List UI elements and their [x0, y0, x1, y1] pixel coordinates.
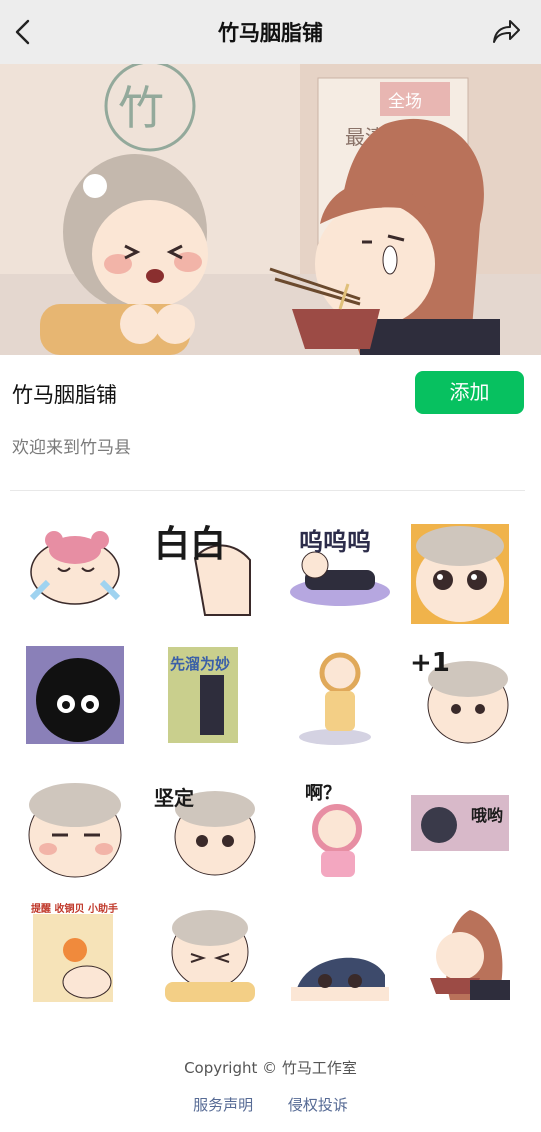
sticker-text-wuwuwu: 呜呜呜	[299, 528, 371, 556]
sticker-item[interactable]: 提醒 收铜贝 小助手	[25, 900, 135, 1010]
noodles-image	[430, 910, 510, 1000]
plus-one-image: +1	[410, 648, 509, 744]
hug-image	[165, 910, 255, 1002]
xian-liu-image: 先溜为妙	[168, 647, 238, 743]
oyo-image: 哦哟	[411, 795, 509, 851]
wuwuwu-image: 呜呜呜	[290, 528, 390, 606]
white-hand-image: 白白	[154, 524, 251, 616]
sticker-item[interactable]	[285, 915, 395, 1025]
sticker-text-xianliu: 先溜为妙	[170, 655, 230, 673]
standing-girl-image	[299, 652, 371, 745]
sticker-text-oyo: 哦哟	[471, 806, 503, 825]
crying-girl-image	[29, 531, 121, 605]
sticker-item[interactable]	[155, 900, 265, 1010]
page-title: 竹马胭脂铺	[218, 21, 323, 45]
sticker-text-baibai: 白白	[154, 524, 226, 565]
top-bar: 竹马胭脂铺	[0, 0, 541, 64]
sticker-item[interactable]	[20, 640, 130, 750]
sticker-item[interactable]: +1	[410, 645, 520, 755]
add-button[interactable]: 添加	[415, 371, 524, 414]
sticker-text-a: 啊？	[305, 783, 341, 804]
sticker-item[interactable]	[20, 775, 130, 885]
sticker-item[interactable]: 先溜为妙	[160, 645, 270, 755]
banner-sign-text: 竹	[118, 81, 164, 135]
sticker-item[interactable]: 哦哟	[405, 785, 515, 895]
peeking-image	[291, 957, 389, 1001]
banner-image: 全场 最清 竹	[0, 64, 541, 355]
sticker-item[interactable]	[295, 645, 405, 755]
service-statement-link[interactable]: 服务声明	[193, 1096, 253, 1114]
a-question-image: 啊？	[305, 783, 362, 877]
pack-title: 竹马胭脂铺	[12, 383, 117, 407]
sticker-item[interactable]: 啊？	[285, 775, 395, 885]
share-button[interactable]	[489, 14, 523, 50]
sticker-text-jianding: 坚定	[154, 786, 194, 810]
banner-tag-text: 全场	[388, 92, 422, 112]
copyright-text: Copyright © 竹马工作室	[184, 1059, 357, 1077]
jianding-image: 坚定	[154, 786, 256, 876]
sticker-item[interactable]: 坚定	[150, 775, 260, 885]
sticker-text-reminder: 提醒 收铜贝 小助手	[31, 902, 118, 915]
teary-eyes-image	[411, 524, 509, 624]
sticker-item[interactable]	[405, 520, 515, 630]
banner-illustration: 全场 最清 竹	[0, 64, 541, 355]
divider	[10, 490, 525, 491]
infringement-report-link[interactable]: 侵权投诉	[288, 1096, 348, 1114]
sticker-item[interactable]	[20, 510, 130, 620]
pack-description: 欢迎来到竹马县	[12, 438, 131, 458]
black-fluff-image	[26, 646, 124, 744]
reminder-image: 提醒 收铜贝 小助手	[31, 902, 118, 1002]
sticker-item[interactable]: 白白	[150, 510, 260, 620]
share-arrow-icon	[493, 20, 520, 43]
sticker-text-plusone: +1	[410, 648, 450, 678]
sticker-item[interactable]: 呜呜呜	[285, 510, 395, 620]
footer-links: 服务声明 侵权投诉	[0, 1094, 541, 1115]
grumpy-face-image	[28, 783, 122, 878]
sticker-item[interactable]	[410, 900, 520, 1010]
